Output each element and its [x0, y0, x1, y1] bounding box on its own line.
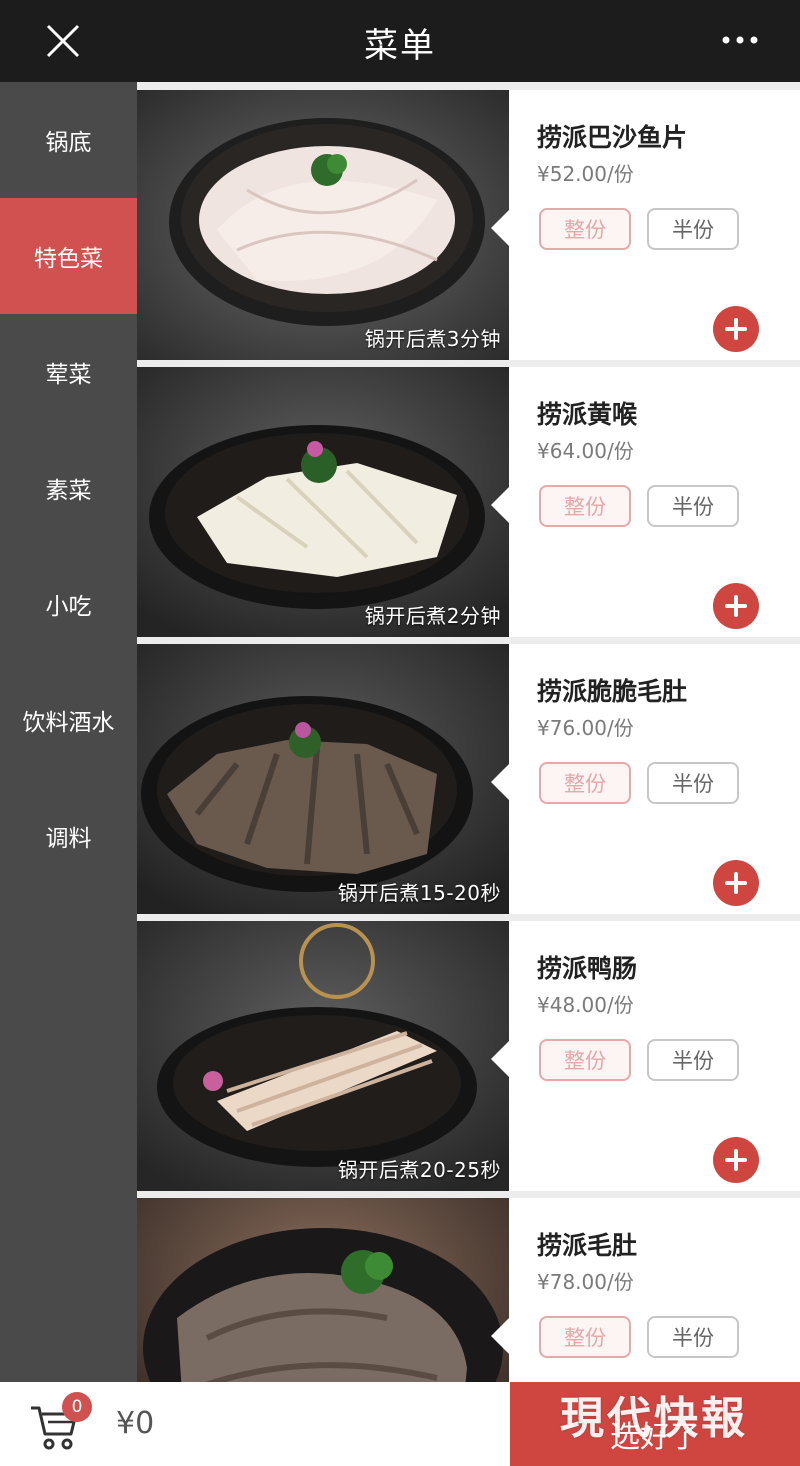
photo-notch [491, 1041, 509, 1077]
dish-card: 捞派毛肚 ¥78.00/份 整份 半份 [137, 1198, 800, 1382]
cook-time-caption: 锅开后煮20-25秒 [337, 1158, 501, 1182]
dish-photo: 锅开后煮20-25秒 [137, 921, 509, 1191]
cook-time-caption: 锅开后煮2分钟 [364, 604, 501, 628]
top-bar: 菜单 [0, 0, 800, 82]
photo-notch [491, 1318, 509, 1354]
full-portion-button[interactable]: 整份 [539, 485, 631, 527]
full-portion-button[interactable]: 整份 [539, 762, 631, 804]
photo-notch [491, 487, 509, 523]
dish-card: 锅开后煮2分钟 捞派黄喉 ¥64.00/份 整份 半份 [137, 367, 800, 637]
category-item[interactable]: 饮料酒水 [0, 662, 137, 778]
dish-card: 锅开后煮15-20秒 捞派脆脆毛肚 ¥76.00/份 整份 半份 [137, 644, 800, 914]
more-dots-icon[interactable] [720, 26, 760, 56]
add-dish-button[interactable] [713, 306, 759, 352]
category-item[interactable]: 荤菜 [0, 314, 137, 430]
category-sidebar: 锅底 特色菜 荤菜 素菜 小吃 饮料酒水 调料 [0, 82, 137, 1382]
add-dish-button[interactable] [713, 860, 759, 906]
half-portion-button[interactable]: 半份 [647, 1316, 739, 1358]
cart-count-badge: 0 [62, 1392, 92, 1422]
dish-price: ¥52.00/份 [537, 162, 634, 186]
cook-time-caption: 锅开后煮15-20秒 [337, 881, 501, 905]
full-portion-button[interactable]: 整份 [539, 208, 631, 250]
dish-photo: 锅开后煮3分钟 [137, 90, 509, 360]
dish-price: ¥76.00/份 [537, 716, 634, 740]
page-title: 菜单 [364, 26, 436, 66]
dish-card: 锅开后煮3分钟 捞派巴沙鱼片 ¥52.00/份 整份 半份 [137, 90, 800, 360]
dish-photo: 锅开后煮2分钟 [137, 367, 509, 637]
add-dish-button[interactable] [713, 583, 759, 629]
cart-total: ¥0 [116, 1406, 155, 1441]
full-portion-button[interactable]: 整份 [539, 1039, 631, 1081]
dish-name: 捞派鸭肠 [537, 954, 638, 983]
photo-notch [491, 210, 509, 246]
half-portion-button[interactable]: 半份 [647, 208, 739, 250]
category-item[interactable]: 锅底 [0, 82, 137, 198]
dish-price: ¥64.00/份 [537, 439, 634, 463]
category-item-active[interactable]: 特色菜 [0, 198, 137, 314]
dish-list[interactable]: 锅开后煮3分钟 捞派巴沙鱼片 ¥52.00/份 整份 半份 锅开后煮2分钟 捞派… [137, 82, 800, 1382]
category-item[interactable]: 小吃 [0, 546, 137, 662]
cook-time-caption: 锅开后煮3分钟 [364, 327, 501, 351]
dish-name: 捞派脆脆毛肚 [537, 677, 688, 706]
dish-photo: 锅开后煮15-20秒 [137, 644, 509, 914]
half-portion-button[interactable]: 半份 [647, 762, 739, 804]
category-item[interactable]: 调料 [0, 778, 137, 894]
photo-notch [491, 764, 509, 800]
watermark-logo: 現代快報 [560, 1393, 748, 1444]
full-portion-button[interactable]: 整份 [539, 1316, 631, 1358]
half-portion-button[interactable]: 半份 [647, 485, 739, 527]
add-dish-button[interactable] [713, 1137, 759, 1183]
category-item[interactable]: 素菜 [0, 430, 137, 546]
dish-price: ¥78.00/份 [537, 1270, 634, 1294]
dish-name: 捞派毛肚 [537, 1231, 638, 1260]
dish-photo [137, 1198, 509, 1382]
dish-price: ¥48.00/份 [537, 993, 634, 1017]
dish-card: 锅开后煮20-25秒 捞派鸭肠 ¥48.00/份 整份 半份 [137, 921, 800, 1191]
dish-name: 捞派黄喉 [537, 400, 638, 429]
half-portion-button[interactable]: 半份 [647, 1039, 739, 1081]
dish-name: 捞派巴沙鱼片 [537, 123, 688, 152]
